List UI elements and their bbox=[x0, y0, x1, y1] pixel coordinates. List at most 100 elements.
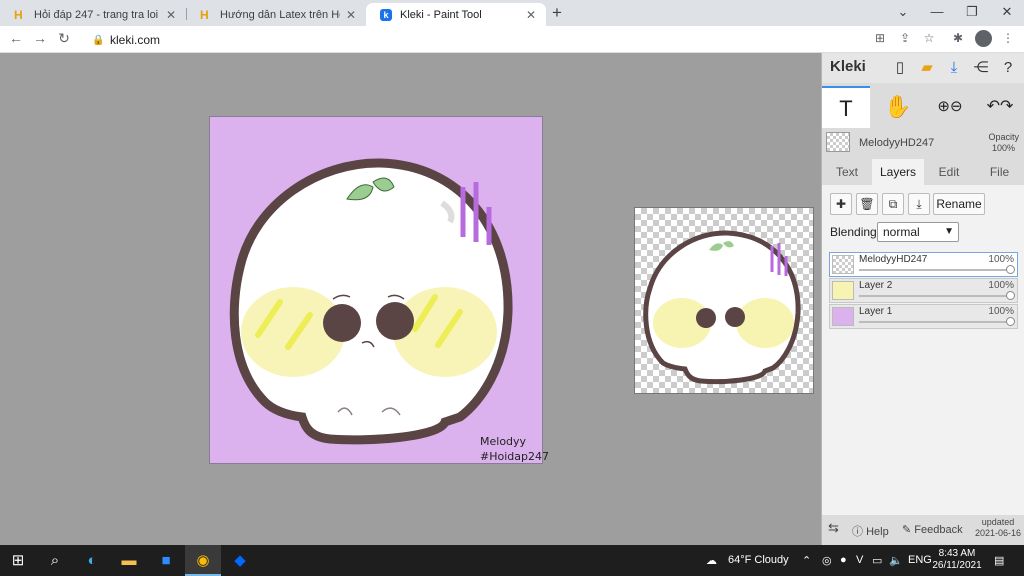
layer-thumbnail bbox=[832, 307, 854, 326]
tab-text[interactable]: Text bbox=[822, 159, 872, 185]
close-tab-icon[interactable]: ✕ bbox=[164, 8, 178, 22]
layer-item[interactable]: Layer 2 100% bbox=[829, 278, 1018, 303]
vietnamese-ime-icon[interactable]: V bbox=[856, 554, 863, 566]
hand-tool-icon[interactable]: ✋ bbox=[874, 86, 922, 128]
drawing-canvas-area[interactable]: Melodyy #Hoidap247 bbox=[0, 53, 821, 545]
tab-kleki[interactable]: k Kleki - Paint Tool ✕ bbox=[366, 3, 546, 26]
tab-file[interactable]: File bbox=[974, 159, 1024, 185]
profile-avatar[interactable] bbox=[975, 30, 992, 47]
file-explorer-icon[interactable]: ▬ bbox=[111, 545, 147, 576]
browser-tab-strip: H Hỏi đáp 247 - trang tra loi ✕ H Hướng … bbox=[0, 0, 1024, 26]
undo-redo-icon[interactable]: ↶↷ bbox=[976, 86, 1024, 128]
weather-icon[interactable]: ☁ bbox=[706, 554, 717, 567]
weather-text[interactable]: 64°F Cloudy bbox=[728, 554, 789, 566]
search-icon[interactable]: ⌕ bbox=[37, 545, 73, 576]
opacity-slider-handle[interactable] bbox=[1006, 291, 1015, 300]
swap-sides-icon[interactable]: ⇆ bbox=[828, 520, 839, 536]
tab-title: Hỏi đáp 247 - trang tra loi bbox=[34, 8, 159, 21]
open-folder-icon[interactable]: ▰ bbox=[917, 58, 937, 78]
text-tool-icon[interactable]: T bbox=[822, 86, 870, 128]
tab-layers[interactable]: Layers bbox=[872, 159, 924, 185]
active-layer-name: MelodyyHD247 bbox=[859, 137, 935, 149]
volume-icon[interactable]: 🔈 bbox=[889, 554, 903, 567]
merge-layer-icon[interactable]: ⤓ bbox=[908, 193, 930, 215]
reload-icon[interactable]: ↻ bbox=[55, 30, 73, 47]
download-icon[interactable]: ⤓ bbox=[944, 58, 964, 78]
network-icon[interactable]: ▭ bbox=[872, 554, 882, 567]
windows-start-icon[interactable]: ⊞ bbox=[0, 545, 36, 576]
tab-hoidap[interactable]: H Hỏi đáp 247 - trang tra loi ✕ bbox=[0, 3, 186, 26]
share-icon[interactable]: ⋲ bbox=[971, 58, 991, 78]
kleki-logo[interactable]: Kleki bbox=[830, 58, 866, 75]
edge-icon[interactable]: ◐ bbox=[74, 545, 110, 576]
translate-icon[interactable]: ⊞ bbox=[872, 31, 888, 45]
blending-select[interactable]: normal ▼ bbox=[877, 222, 959, 242]
signature-name: Melodyy bbox=[480, 435, 527, 448]
bookmark-star-icon[interactable]: ☆ bbox=[921, 31, 937, 45]
opacity-slider-handle[interactable] bbox=[1006, 317, 1015, 326]
layer-opacity: 100% bbox=[988, 254, 1014, 265]
close-window-icon[interactable]: ✕ bbox=[990, 2, 1024, 22]
feedback-icon: ✎ bbox=[902, 524, 915, 536]
lock-icon: 🔒 bbox=[92, 34, 105, 46]
blending-label: Blending bbox=[830, 225, 877, 239]
layer-name: MelodyyHD247 bbox=[859, 254, 928, 265]
signature-tag: #Hoidap247 bbox=[480, 450, 549, 463]
layer-name: Layer 1 bbox=[859, 306, 893, 317]
tab-title: Hướng dẫn Latex trên Hoidap247 bbox=[220, 8, 340, 21]
clock[interactable]: 8:43 AM 26/11/2021 bbox=[932, 548, 982, 572]
microphone-icon[interactable]: ● bbox=[840, 554, 847, 566]
opacity-slider-handle[interactable] bbox=[1006, 265, 1015, 274]
tab-edit[interactable]: Edit bbox=[924, 159, 974, 185]
kleki-header: Kleki ▯ ▰ ⤓ ⋲ ? bbox=[822, 53, 1024, 83]
clock-date: 26/11/2021 bbox=[932, 560, 982, 571]
layer-preview bbox=[634, 207, 814, 394]
layers-panel: ✚ 🗑 ⧉ ⤓ Rename Blending normal ▼ Melodyy… bbox=[822, 185, 1024, 515]
zalo-icon[interactable]: ◆ bbox=[222, 545, 258, 576]
restore-icon[interactable]: ❐ bbox=[955, 2, 989, 22]
layer-item[interactable]: Layer 1 100% bbox=[829, 304, 1018, 329]
extensions-icon[interactable]: ✱ bbox=[950, 31, 966, 45]
zoom-icon[interactable]: ⊕⊖ bbox=[926, 86, 974, 128]
delete-layer-icon[interactable]: 🗑 bbox=[856, 193, 878, 215]
forward-icon[interactable]: → bbox=[31, 30, 49, 46]
url-text: kleki.com bbox=[110, 32, 161, 47]
chrome-icon[interactable]: ◉ bbox=[185, 545, 221, 576]
new-image-icon[interactable]: ▯ bbox=[890, 58, 910, 78]
hoidap-favicon-icon: H bbox=[14, 7, 23, 22]
zoom-app-icon[interactable]: ■ bbox=[148, 545, 184, 576]
panel-footer: ⇆ ⓘ Help ✎ Feedback updated 2021-06-16 bbox=[822, 515, 1024, 545]
preview-skull bbox=[643, 230, 801, 385]
share-icon[interactable]: ⇪ bbox=[897, 31, 913, 45]
help-label: Help bbox=[866, 526, 889, 538]
back-icon[interactable]: ← bbox=[7, 30, 25, 46]
minimize-icon[interactable]: — bbox=[920, 2, 954, 22]
people-icon[interactable]: ◎ bbox=[822, 554, 832, 567]
opacity-slider[interactable] bbox=[859, 269, 1011, 271]
drawing-canvas[interactable]: Melodyy #Hoidap247 bbox=[209, 116, 549, 464]
hoidap-favicon-icon: H bbox=[200, 7, 209, 22]
tool-row: T ✋ ⊕⊖ ↶↷ bbox=[822, 86, 1024, 128]
opacity-slider[interactable] bbox=[859, 321, 1011, 323]
tray-chevron-icon[interactable]: ⌃ bbox=[802, 554, 811, 567]
help-button[interactable]: ⓘ Help bbox=[852, 523, 889, 539]
menu-icon[interactable]: ⋮ bbox=[1000, 31, 1016, 45]
tab-latex-guide[interactable]: H Hướng dẫn Latex trên Hoidap247 ✕ bbox=[186, 3, 366, 26]
tab-search-icon[interactable]: ⌄ bbox=[886, 2, 920, 22]
add-layer-icon[interactable]: ✚ bbox=[830, 193, 852, 215]
notification-icon[interactable]: ▤ bbox=[994, 554, 1004, 567]
layer-item[interactable]: MelodyyHD247 100% bbox=[829, 252, 1018, 277]
help-circle-icon[interactable]: ? bbox=[998, 58, 1018, 78]
address-bar[interactable]: 🔒 kleki.com bbox=[82, 29, 862, 50]
close-tab-icon[interactable]: ✕ bbox=[524, 8, 538, 22]
skull-drawing bbox=[229, 158, 513, 445]
update-info: updated 2021-06-16 bbox=[975, 517, 1021, 539]
rename-button[interactable]: Rename bbox=[933, 193, 985, 215]
feedback-button[interactable]: ✎ Feedback bbox=[902, 523, 963, 536]
opacity-slider[interactable] bbox=[859, 295, 1011, 297]
language-indicator[interactable]: ENG bbox=[908, 554, 932, 566]
close-tab-icon[interactable]: ✕ bbox=[344, 8, 358, 22]
opacity-label: Opacity bbox=[988, 132, 1019, 142]
new-tab-button[interactable]: + bbox=[552, 3, 562, 23]
duplicate-layer-icon[interactable]: ⧉ bbox=[882, 193, 904, 215]
